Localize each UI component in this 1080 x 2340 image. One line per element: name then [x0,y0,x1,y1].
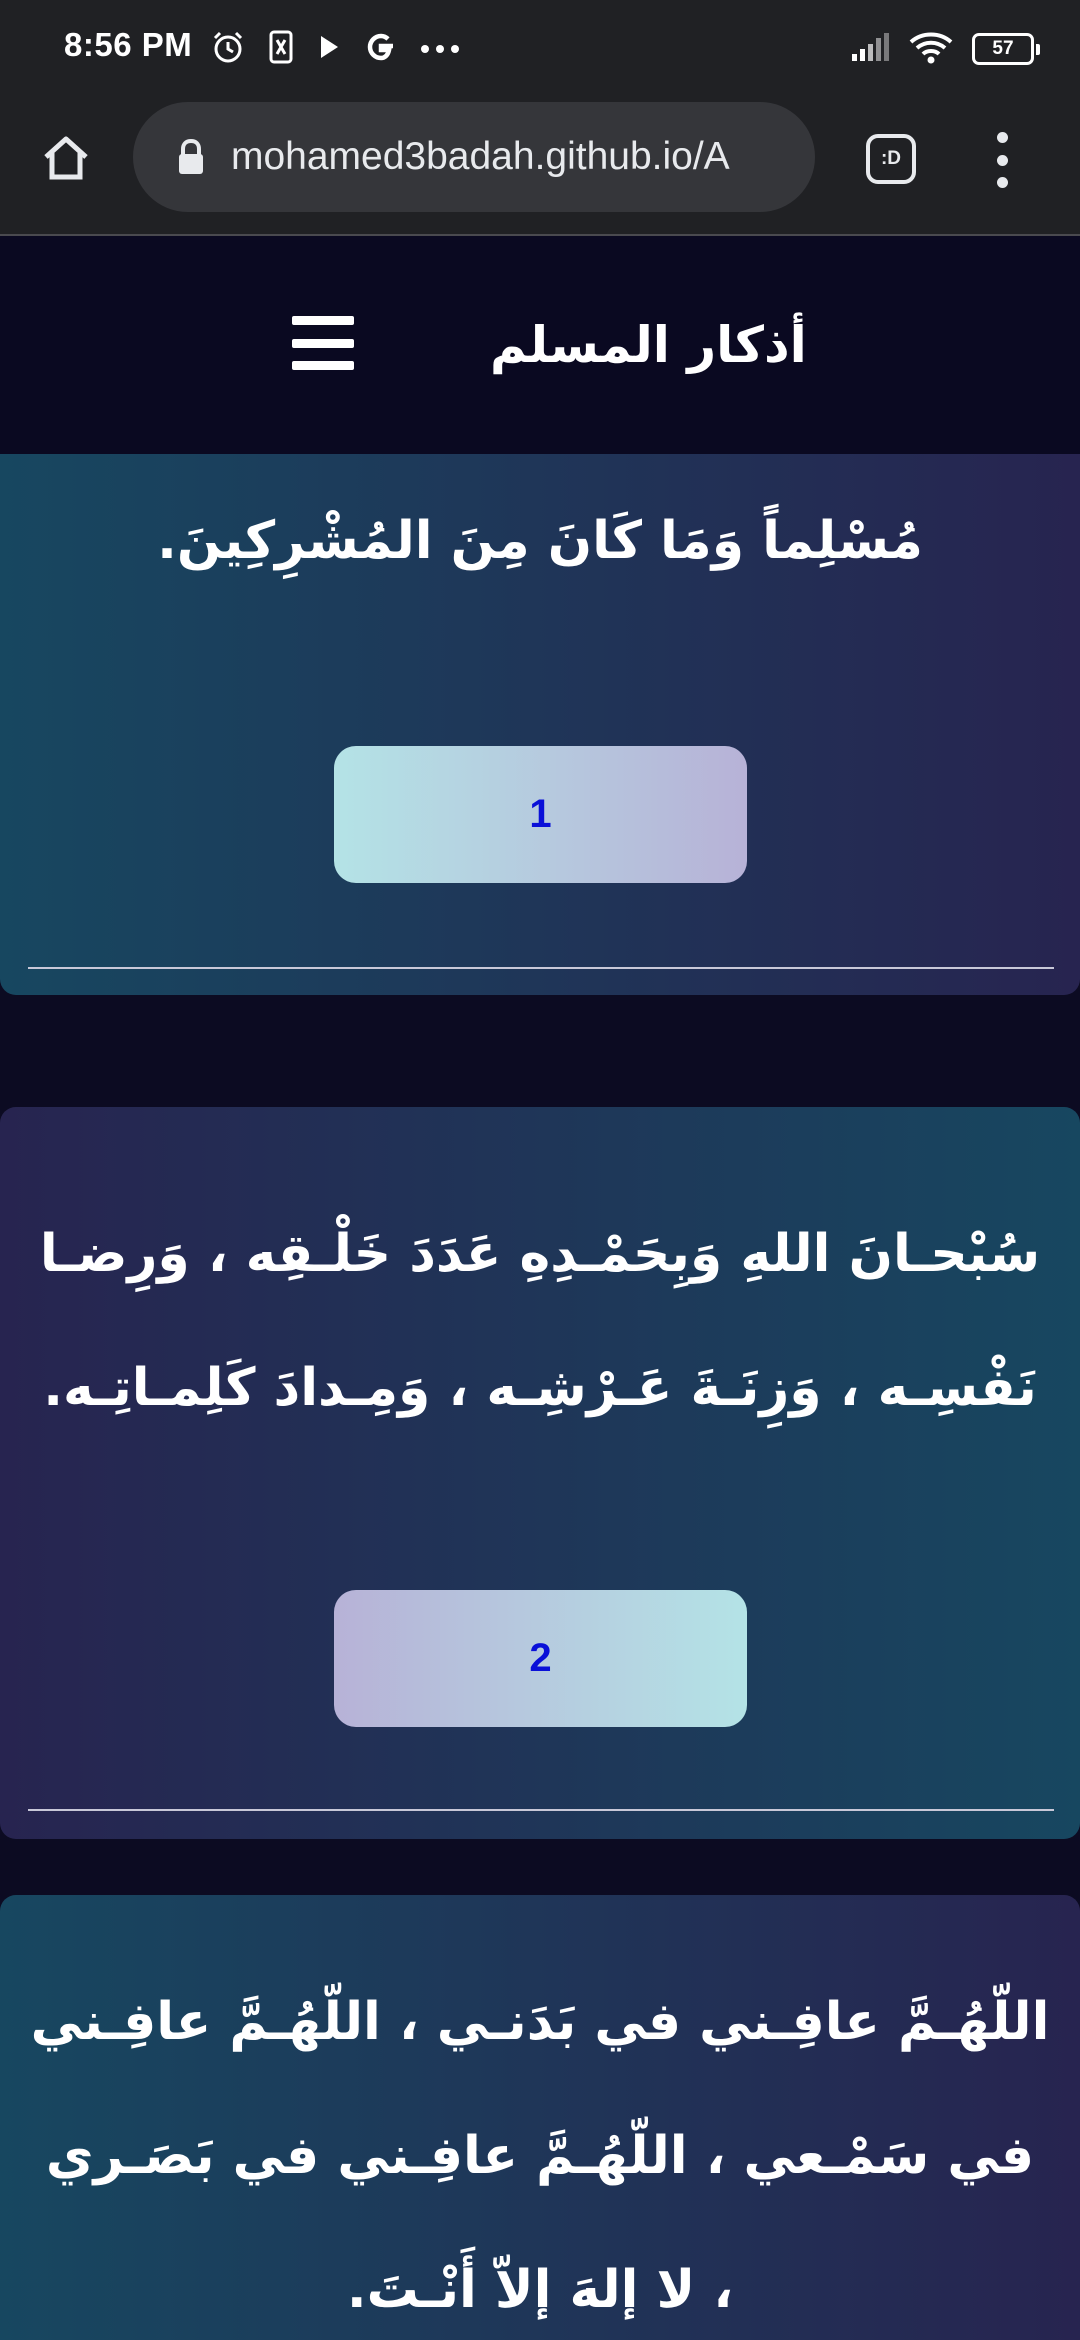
menu-dot [996,154,1008,166]
site-title: أذكار المسلم [490,316,807,374]
play-icon [316,32,342,66]
dhikr-text: سُبْحـانَ اللهِ وَبِحَمْـدِهِ عَدَدَ خَل… [39,1224,1041,1418]
dhikr-card: مُسْلِماً وَمَا كَانَ مِنَ المُشْرِكِينَ… [0,454,1080,995]
wifi-icon [908,30,954,68]
dhikr-text: اللّهُـمَّ عافِـني في بَدَنـي ، اللّهُـم… [30,1992,1050,2320]
status-time: 8:56 PM [64,26,193,63]
counter-button[interactable]: 2 [334,1590,747,1727]
site-header: أذكار المسلم [0,236,1080,454]
alarm-icon [210,29,246,69]
home-icon [40,132,92,188]
counter-button[interactable]: 1 [334,746,747,883]
address-bar[interactable]: mohamed3badah.github.io/A [133,102,815,212]
dhikr-card: اللّهُـمَّ عافِـني في بَدَنـي ، اللّهُـم… [0,1895,1080,2340]
browser-menu-button[interactable] [982,128,1022,192]
battery-level: 57 [972,33,1034,65]
lock-icon[interactable] [171,135,211,179]
card-divider [28,967,1054,969]
hamburger-menu-icon[interactable] [292,316,354,370]
browser-toolbar: mohamed3badah.github.io/A :D [0,98,1080,236]
signal-icon [850,32,890,66]
url-text[interactable]: mohamed3badah.github.io/A [231,135,806,179]
google-icon [364,30,398,68]
home-button[interactable] [36,130,96,190]
status-bar: 8:56 PM 57 [0,0,1080,98]
tab-switcher-button[interactable]: :D [866,134,916,184]
dhikr-card: سُبْحـانَ اللهِ وَبِحَمْـدِهِ عَدَدَ خَل… [0,1107,1080,1839]
status-icons-right: 57 [850,24,1040,74]
more-icon [420,40,460,59]
battery-icon: 57 [972,33,1040,65]
sim-icon [268,30,294,68]
menu-dot [996,132,1008,143]
menu-dot [996,177,1008,188]
card-divider [28,1809,1054,1811]
status-icons-left [210,24,460,74]
dhikr-text: مُسْلِماً وَمَا كَانَ مِنَ المُشْرِكِينَ… [157,511,923,571]
